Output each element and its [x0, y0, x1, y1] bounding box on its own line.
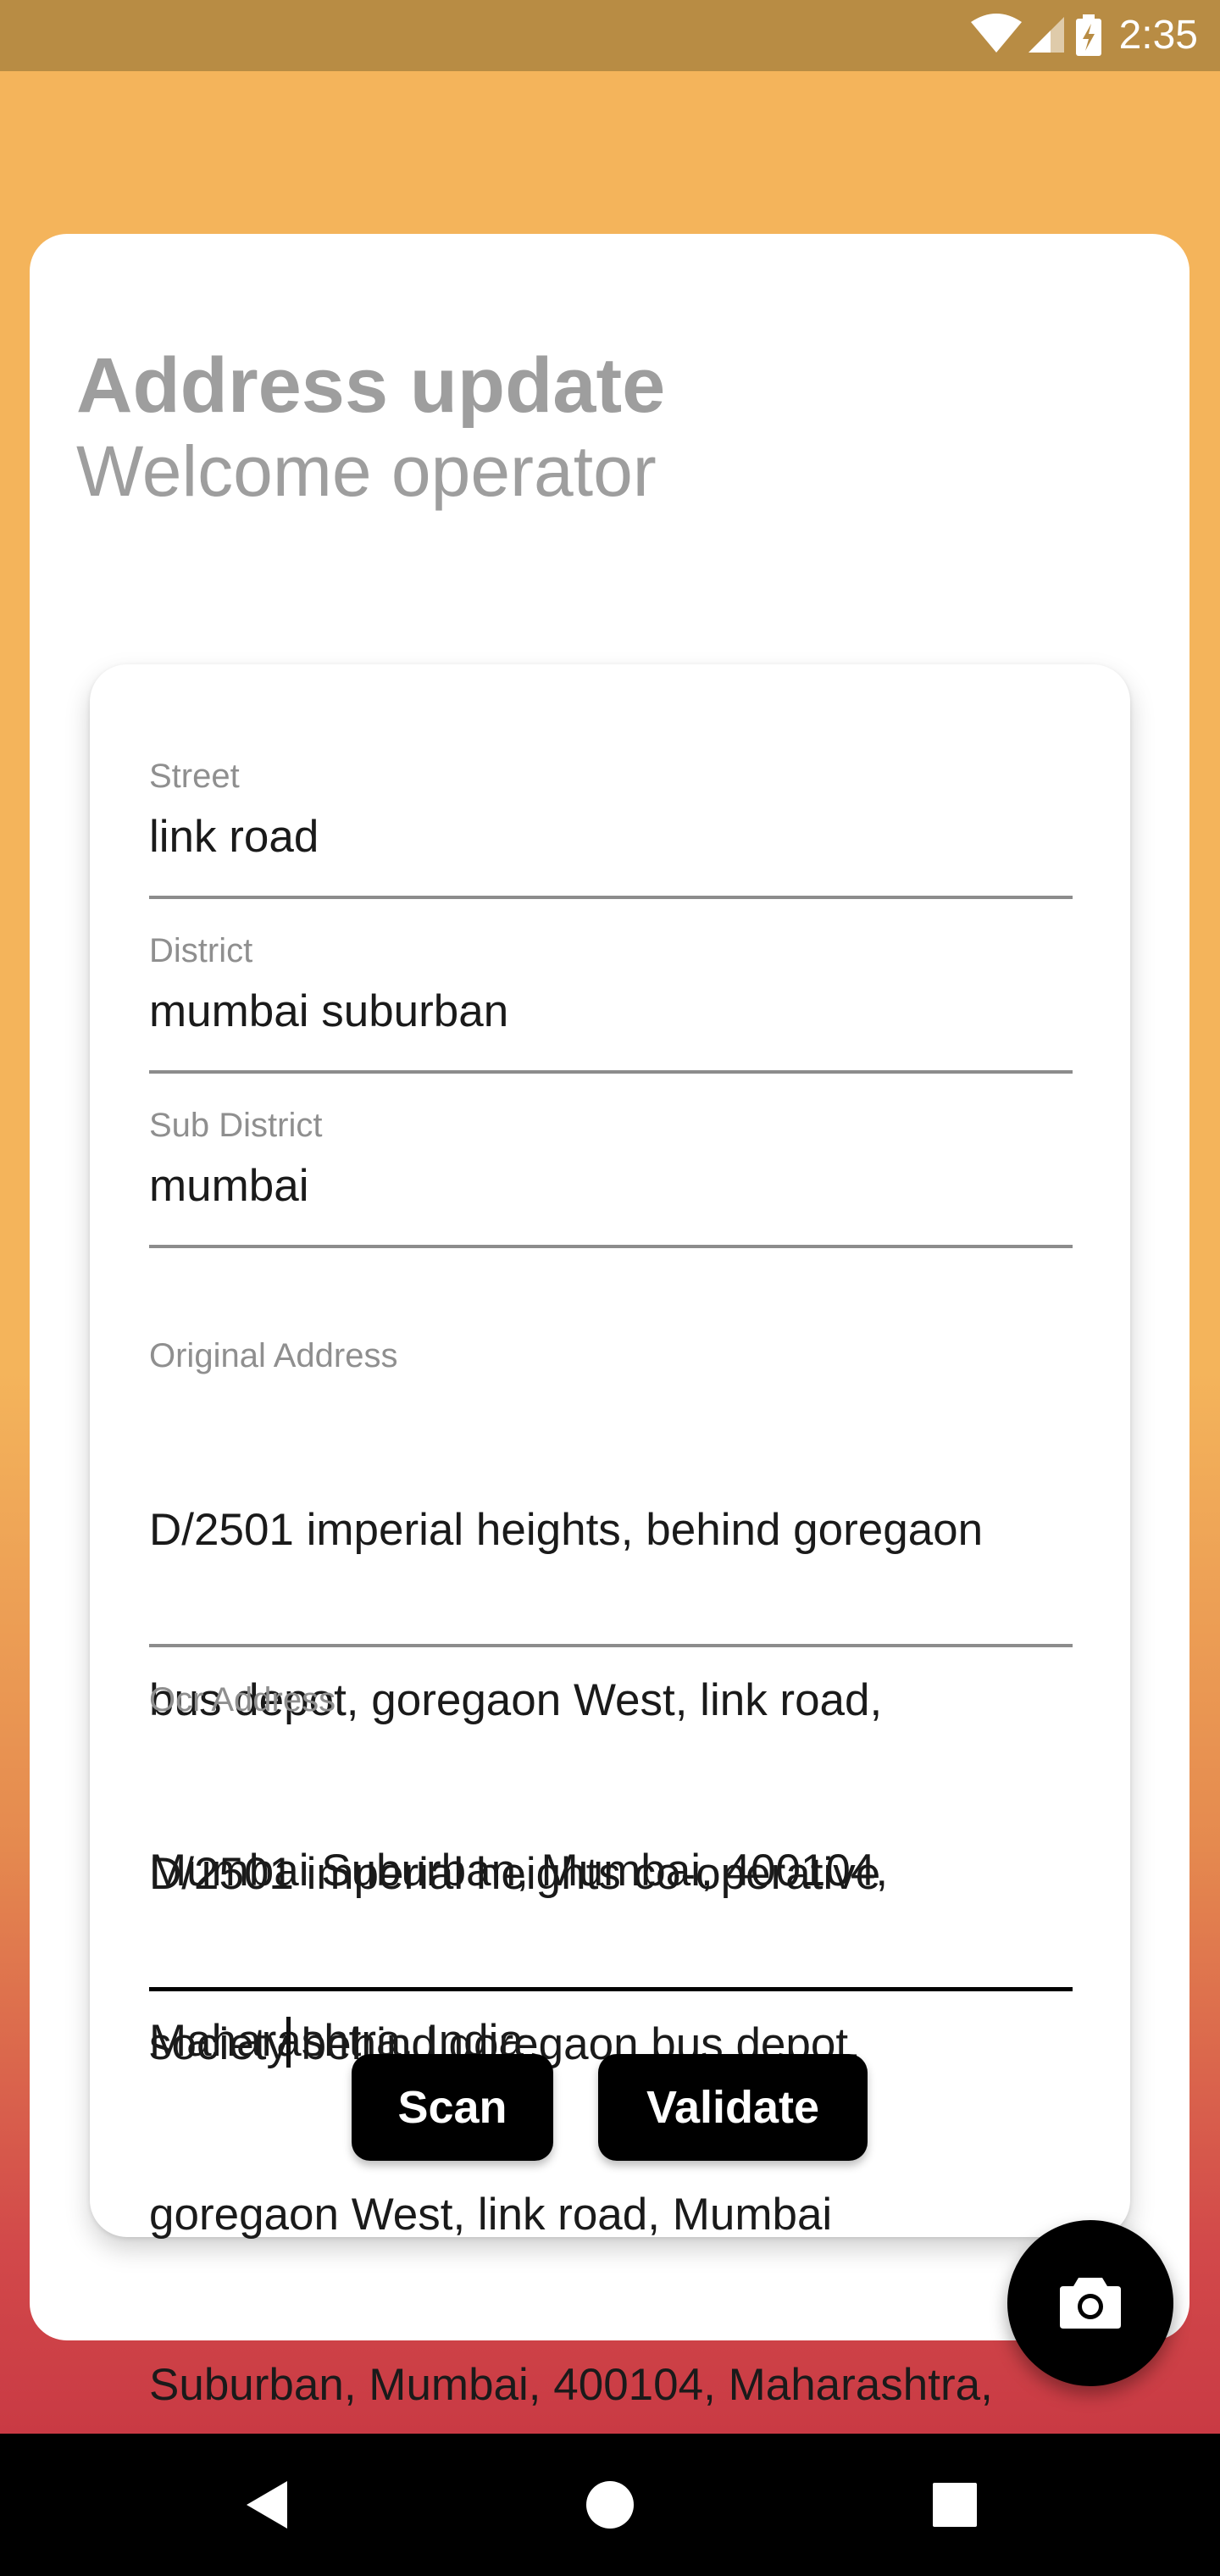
ocr-address-line: D/2501 imperial heights co-operative	[149, 1849, 881, 1899]
ocr-address-label: Ocr Address	[149, 1681, 336, 1718]
cellular-signal-icon	[1029, 17, 1064, 53]
page-title: Address update	[76, 342, 666, 429]
district-label: District	[149, 932, 253, 969]
district-field[interactable]: District mumbai suburban	[149, 930, 1073, 1040]
street-field[interactable]: Street link road	[149, 756, 1073, 865]
original-address-line: D/2501 imperial heights, behind goregaon	[149, 1505, 984, 1555]
original-address-label: Original Address	[149, 1337, 398, 1374]
validate-button[interactable]: Validate	[598, 2054, 868, 2161]
status-time: 2:35	[1118, 13, 1198, 58]
camera-icon	[1060, 2278, 1121, 2329]
sub-district-label: Sub District	[149, 1107, 323, 1144]
ocr-address-text: society	[149, 2019, 289, 2069]
status-icons	[968, 12, 1103, 59]
ocr-address-underline	[149, 1987, 1073, 1991]
original-address-underline	[149, 1644, 1073, 1647]
ocr-address-line: Suburban, Mumbai, 400104, Maharashtra,	[149, 2360, 993, 2410]
sub-district-underline	[149, 1245, 1073, 1248]
street-underline	[149, 896, 1073, 899]
navigation-bar	[0, 2434, 1220, 2576]
back-icon[interactable]	[241, 2478, 292, 2532]
camera-fab-button[interactable]	[1007, 2220, 1173, 2386]
sub-district-field[interactable]: Sub District mumbai	[149, 1105, 1073, 1214]
scan-button[interactable]: Scan	[352, 2054, 553, 2161]
district-underline	[149, 1070, 1073, 1074]
ocr-address-line: goregaon West, link road, Mumbai	[149, 2190, 833, 2240]
street-label: Street	[149, 758, 240, 795]
street-input[interactable]: link road	[149, 808, 1073, 865]
home-icon[interactable]	[585, 2478, 635, 2532]
page-subtitle: Welcome operator	[76, 431, 657, 511]
recents-icon[interactable]	[929, 2478, 980, 2532]
status-bar: 2:35	[0, 0, 1220, 71]
wifi-icon	[971, 14, 1022, 53]
district-input[interactable]: mumbai suburban	[149, 983, 1073, 1040]
sub-district-input[interactable]: mumbai	[149, 1158, 1073, 1214]
battery-charging-icon	[1076, 14, 1101, 56]
